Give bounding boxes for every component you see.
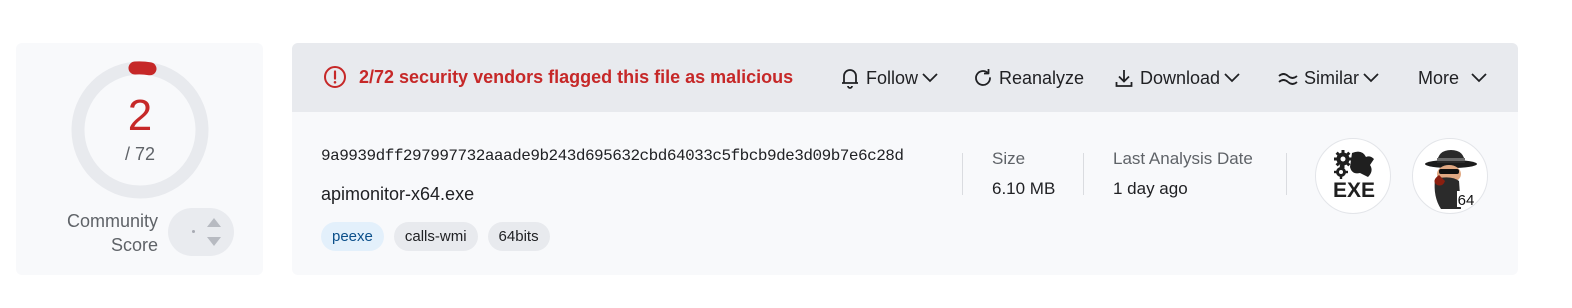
spy-badge-text: 64 [1458, 192, 1475, 209]
file-summary-card: 2/72 security vendors flagged this file … [292, 43, 1518, 275]
refresh-icon [975, 69, 991, 86]
bell-icon [842, 69, 858, 89]
spy-64-icon: 64 [1425, 150, 1477, 209]
reanalyze-button[interactable]: Reanalyze [973, 65, 1088, 91]
download-label: Download [1140, 68, 1221, 88]
downvote-icon[interactable] [207, 237, 221, 246]
download-button[interactable]: Download [1114, 65, 1240, 91]
similar-label: Similar [1304, 68, 1360, 88]
download-icon [1115, 70, 1133, 87]
last-analysis-date-label: Last Analysis Date [1113, 149, 1253, 168]
gears-exe-icon: EXE [1333, 150, 1375, 202]
alert-message: 2/72 security vendors flagged this file … [359, 67, 794, 87]
more-label: More [1418, 68, 1460, 88]
size-label: Size [992, 149, 1026, 168]
spy-64bit-badge: 64 [1412, 138, 1488, 214]
chevron-down-icon [1363, 73, 1379, 83]
reanalyze-label: Reanalyze [999, 68, 1085, 88]
detection-count: 2 [127, 91, 153, 140]
exclamation-circle-icon [324, 66, 346, 88]
file-tags: peexe calls-wmi 64bits [321, 222, 550, 251]
tag-peexe[interactable]: peexe [321, 222, 384, 251]
exe-badge-text: EXE [1333, 179, 1375, 202]
similar-icon [1278, 73, 1298, 85]
divider [962, 153, 963, 195]
file-name: apimonitor-x64.exe [321, 184, 475, 204]
alert-bar: 2/72 security vendors flagged this file … [292, 43, 1518, 112]
community-label-line1: Community [66, 211, 158, 231]
follow-label: Follow [866, 68, 919, 88]
divider [1083, 153, 1084, 195]
vote-score-dot [192, 230, 195, 233]
last-analysis-date-value: 1 day ago [1113, 179, 1188, 198]
chevron-down-icon [1471, 73, 1487, 83]
more-button[interactable]: More [1414, 65, 1487, 91]
detection-score-card: 2 / 72 Community Score [16, 43, 263, 275]
tag-calls-wmi[interactable]: calls-wmi [393, 222, 478, 251]
upvote-icon[interactable] [207, 218, 221, 227]
size-value: 6.10 MB [992, 179, 1056, 198]
community-vote-widget [168, 208, 234, 256]
tag-64bits[interactable]: 64bits [487, 222, 550, 251]
similar-button[interactable]: Similar [1278, 65, 1379, 91]
chevron-down-icon [922, 73, 938, 83]
community-label-line2: Score [110, 235, 158, 255]
follow-button[interactable]: Follow [840, 65, 938, 91]
community-score-label: Community Score [56, 209, 158, 257]
detection-total: / 72 [124, 144, 156, 164]
chevron-down-icon [1224, 73, 1240, 83]
divider [1286, 153, 1287, 195]
file-hash[interactable]: 9a9939dff297997732aaade9b243d695632cbd64… [321, 144, 904, 168]
exe-filetype-badge: EXE [1315, 138, 1391, 214]
